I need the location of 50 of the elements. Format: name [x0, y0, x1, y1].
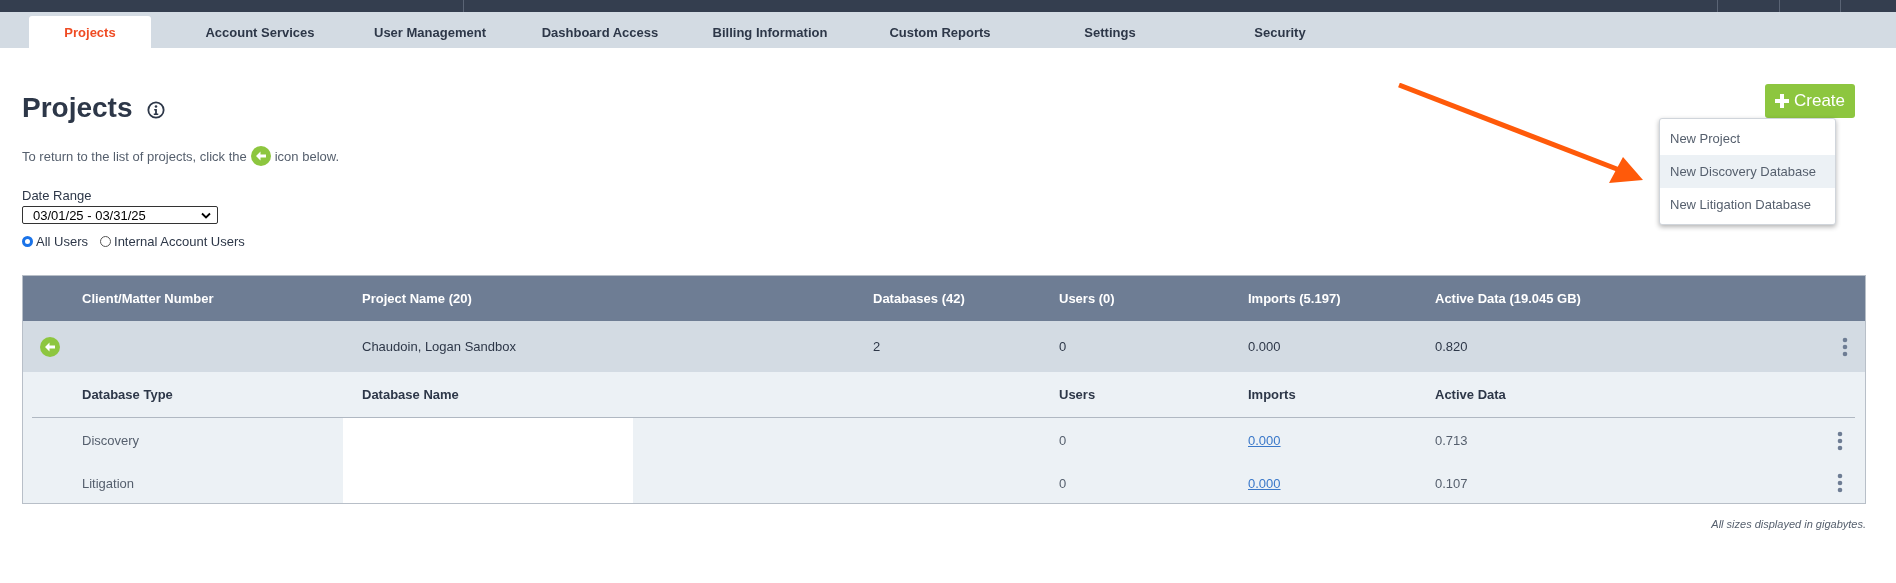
more-icon[interactable] [1842, 336, 1848, 357]
page-title: Projects [22, 92, 133, 124]
column-header: Imports (5.197) [1248, 291, 1342, 306]
project-row[interactable]: Chaudoin, Logan Sandbox 2 0 0.000 0.820 [23, 321, 1865, 372]
imports-link[interactable]: 0.000 [1248, 475, 1281, 491]
column-header: Active Data (19.045 GB) [1435, 291, 1582, 306]
nav-tab[interactable]: Projects [29, 16, 151, 48]
table-cell-text: 0 [1059, 339, 1068, 354]
menu-item[interactable]: New Litigation Database [1660, 188, 1835, 221]
table-cell-text: Litigation [82, 475, 136, 491]
column-header: Users [1059, 387, 1097, 402]
date-range-select[interactable]: 03/01/25 - 03/31/25 [22, 206, 218, 224]
column-header: Users (0) [1059, 291, 1116, 306]
table-cell-text: 0.107 [1435, 475, 1469, 491]
table-cell-text: 0 [1059, 433, 1068, 448]
plus-icon [1775, 94, 1789, 108]
date-range-label: Date Range [22, 188, 93, 203]
more-icon[interactable] [1836, 473, 1843, 493]
nav-tab[interactable]: Billing Information [685, 16, 855, 48]
table-cell-text: 2 [873, 339, 882, 354]
table-cell-text: 0 [1059, 475, 1068, 491]
info-icon[interactable] [146, 101, 165, 119]
nav-tab[interactable]: User Management [345, 16, 515, 48]
column-header: Database Type [82, 387, 174, 402]
user-filter-radio[interactable]: Internal Account Users [100, 234, 245, 249]
column-header: Project Name (20) [362, 291, 473, 306]
column-header: Databases (42) [873, 291, 966, 306]
table-cell-text: 0.000 [1248, 339, 1282, 354]
nav-tab[interactable]: Settings [1025, 16, 1195, 48]
nav-tab[interactable]: Account Services [175, 16, 345, 48]
table-cell-text: Discovery [82, 433, 141, 448]
chevron-down-icon [201, 211, 211, 219]
column-header: Active Data [1435, 387, 1507, 402]
nav-tab[interactable]: Custom Reports [855, 16, 1025, 48]
nav-tab[interactable]: Security [1195, 16, 1365, 48]
column-header: Client/Matter Number [82, 291, 215, 306]
column-header: Database Name [362, 387, 460, 402]
table-cell-text: 0.713 [1435, 433, 1469, 448]
imports-link[interactable]: 0.000 [1248, 433, 1281, 448]
instruction-text: icon below. [274, 148, 340, 164]
column-header: Imports [1248, 387, 1297, 402]
user-filter-radio[interactable]: All Users [22, 234, 88, 249]
table-cell-text: Chaudoin, Logan Sandbox [362, 339, 517, 354]
menu-item[interactable]: New Discovery Database [1660, 155, 1835, 188]
more-icon[interactable] [1836, 430, 1843, 451]
table-cell-text: 0.820 [1435, 339, 1469, 354]
menu-item[interactable]: New Project [1660, 122, 1835, 155]
nav-tab[interactable]: Dashboard Access [515, 16, 685, 48]
instruction-text: To return to the list of projects, click the [22, 148, 247, 164]
footnote: All sizes displayed in gigabytes. [1711, 518, 1866, 530]
